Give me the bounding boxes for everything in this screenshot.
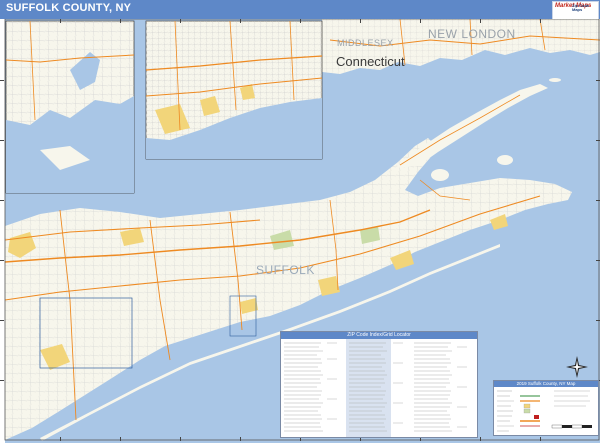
- grid-tick: [240, 437, 241, 441]
- grid-tick: [0, 80, 4, 81]
- grid-tick: [596, 140, 600, 141]
- grid-tick: [120, 437, 121, 441]
- grid-tick: [60, 19, 61, 23]
- grid-tick: [60, 437, 61, 441]
- county-label-new-london: NEW LONDON: [428, 27, 516, 41]
- grid-tick: [0, 140, 4, 141]
- map-title: SUFFOLK COUNTY, NY: [6, 2, 132, 14]
- grid-tick: [120, 19, 121, 23]
- grid-tick: [596, 320, 600, 321]
- state-label-connecticut: Connecticut: [336, 54, 405, 69]
- plum-island: [549, 78, 561, 82]
- grid-tick: [0, 200, 4, 201]
- grid-tick: [480, 437, 481, 441]
- grid-tick: [480, 19, 481, 23]
- zip-code-index-panel: ZIP Code Index/Grid Locator: [280, 331, 478, 438]
- grid-tick: [0, 380, 4, 381]
- grid-tick: [180, 19, 181, 23]
- logo-subtext: Zip Code Maps: [572, 3, 590, 12]
- zip-index-title: ZIP Code Index/Grid Locator: [281, 332, 477, 339]
- county-label-middlesex: MIDDLESEX: [337, 38, 394, 48]
- title-bar: SUFFOLK COUNTY, NY Market Maps Zip Code …: [0, 0, 600, 20]
- grid-tick: [300, 19, 301, 23]
- grid-tick: [420, 19, 421, 23]
- grid-tick: [180, 437, 181, 441]
- grid-tick: [596, 260, 600, 261]
- brand-logo: Market Maps Zip Code Maps: [552, 1, 599, 20]
- gardiners-island: [497, 155, 513, 165]
- legend-entries: [497, 390, 592, 432]
- grid-tick: [540, 437, 541, 441]
- map-canvas: SUFFOLK COUNTY, NY Market Maps Zip Code …: [0, 0, 600, 443]
- grid-tick: [596, 80, 600, 81]
- map-legend-panel: 2019 Suffolk County, NY Map: [493, 380, 599, 436]
- grid-tick: [596, 200, 600, 201]
- zip-index-rows: [284, 339, 467, 437]
- grid-tick: [0, 320, 4, 321]
- compass-rose-icon: [566, 356, 588, 378]
- shelter-island: [431, 169, 449, 181]
- grid-tick: [360, 19, 361, 23]
- grid-tick: [0, 260, 4, 261]
- grid-tick: [240, 19, 241, 23]
- county-label-suffolk: SUFFOLK: [256, 263, 315, 277]
- grid-tick: [540, 19, 541, 23]
